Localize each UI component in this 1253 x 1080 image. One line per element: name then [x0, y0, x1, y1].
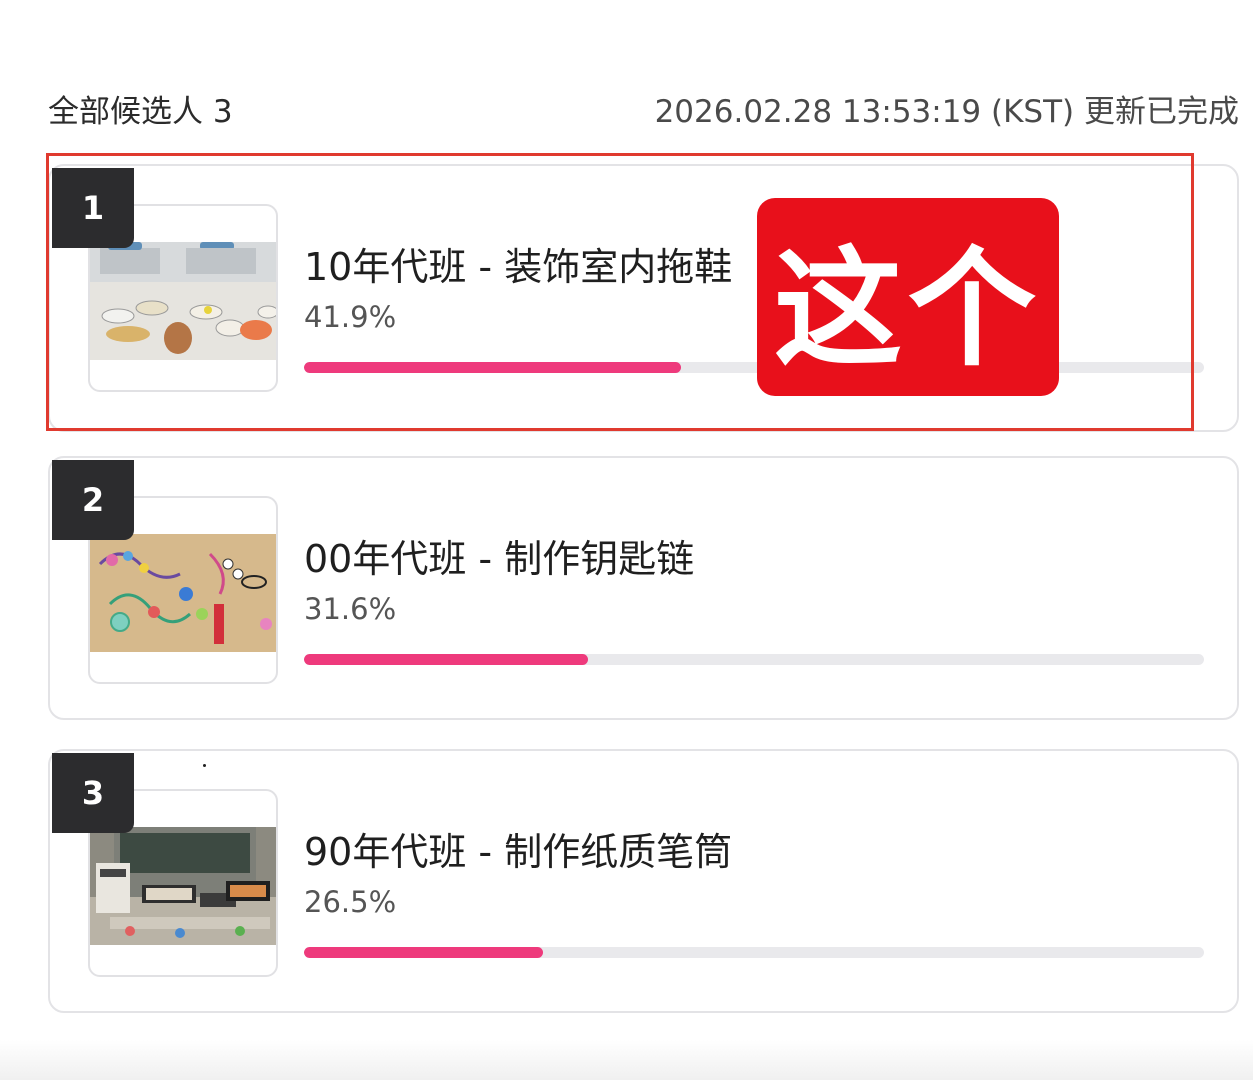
stray-mark [203, 764, 206, 767]
rank-badge: 2 [52, 460, 134, 540]
rank-badge: 3 [52, 753, 134, 833]
results-header: 全部候选人 3 2026.02.28 13:53:19 (KST) 更新已完成 [48, 80, 1239, 130]
vote-progress-fill [304, 947, 543, 958]
vote-progress-fill [304, 654, 589, 665]
annotation-stamp: 这个 [757, 198, 1059, 396]
vote-progress-bar [304, 947, 1204, 958]
candidate-card-3[interactable]: 3 90年代班 - 制作纸质笔筒 26.5% [48, 749, 1239, 1013]
vote-progress-bar [304, 654, 1204, 665]
candidate-card-2[interactable]: 2 00年代班 - 制作钥匙链 31.6% [48, 456, 1239, 720]
total-candidates-label: 全部候选人 3 [48, 94, 233, 130]
paper-pen-holders-photo [90, 827, 276, 945]
candidate-title: 90年代班 - 制作纸质笔筒 [304, 830, 733, 874]
candidate-percent: 26.5% [304, 885, 397, 919]
keychains-photo [90, 534, 276, 652]
bottom-fade [0, 1040, 1253, 1080]
candidate-title: 00年代班 - 制作钥匙链 [304, 537, 695, 581]
candidate-percent: 31.6% [304, 592, 397, 626]
vote-results-page: 全部候选人 3 2026.02.28 13:53:19 (KST) 更新已完成 … [0, 0, 1253, 1080]
update-timestamp: 2026.02.28 13:53:19 (KST) 更新已完成 [654, 94, 1239, 130]
